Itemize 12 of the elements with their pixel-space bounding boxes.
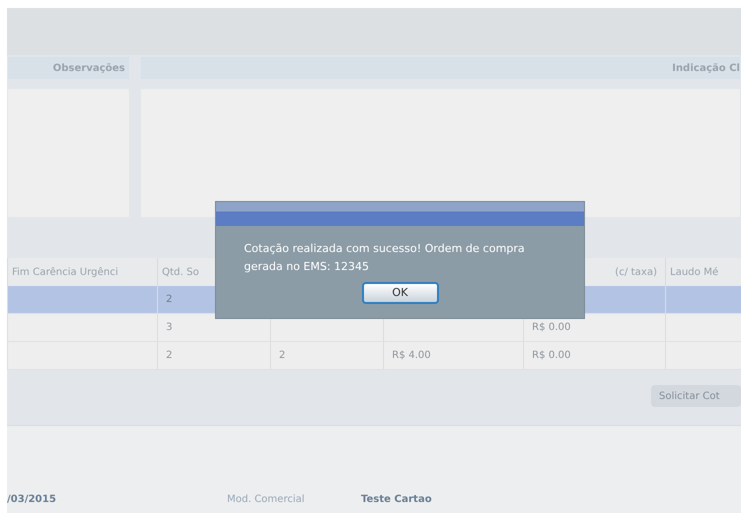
table-cell-text: R$ 0.00 [532,349,571,363]
table-cell-text: 3 [166,321,172,335]
table-cell-text: R$ 4.00 [392,349,431,363]
date-text: /03/2015 [7,492,58,507]
column-header: Observações [7,56,130,80]
field-value: Teste Cartao [361,492,432,507]
table-cell-text: 2 [166,293,172,307]
table-cell-text: R$ 0.00 [532,321,571,335]
column-header: Indicação Cl [140,56,741,80]
table-cell-text: 2 [166,349,172,363]
table-cell-text: 2 [279,349,286,363]
field-label: Mod. Comercial [227,492,306,507]
